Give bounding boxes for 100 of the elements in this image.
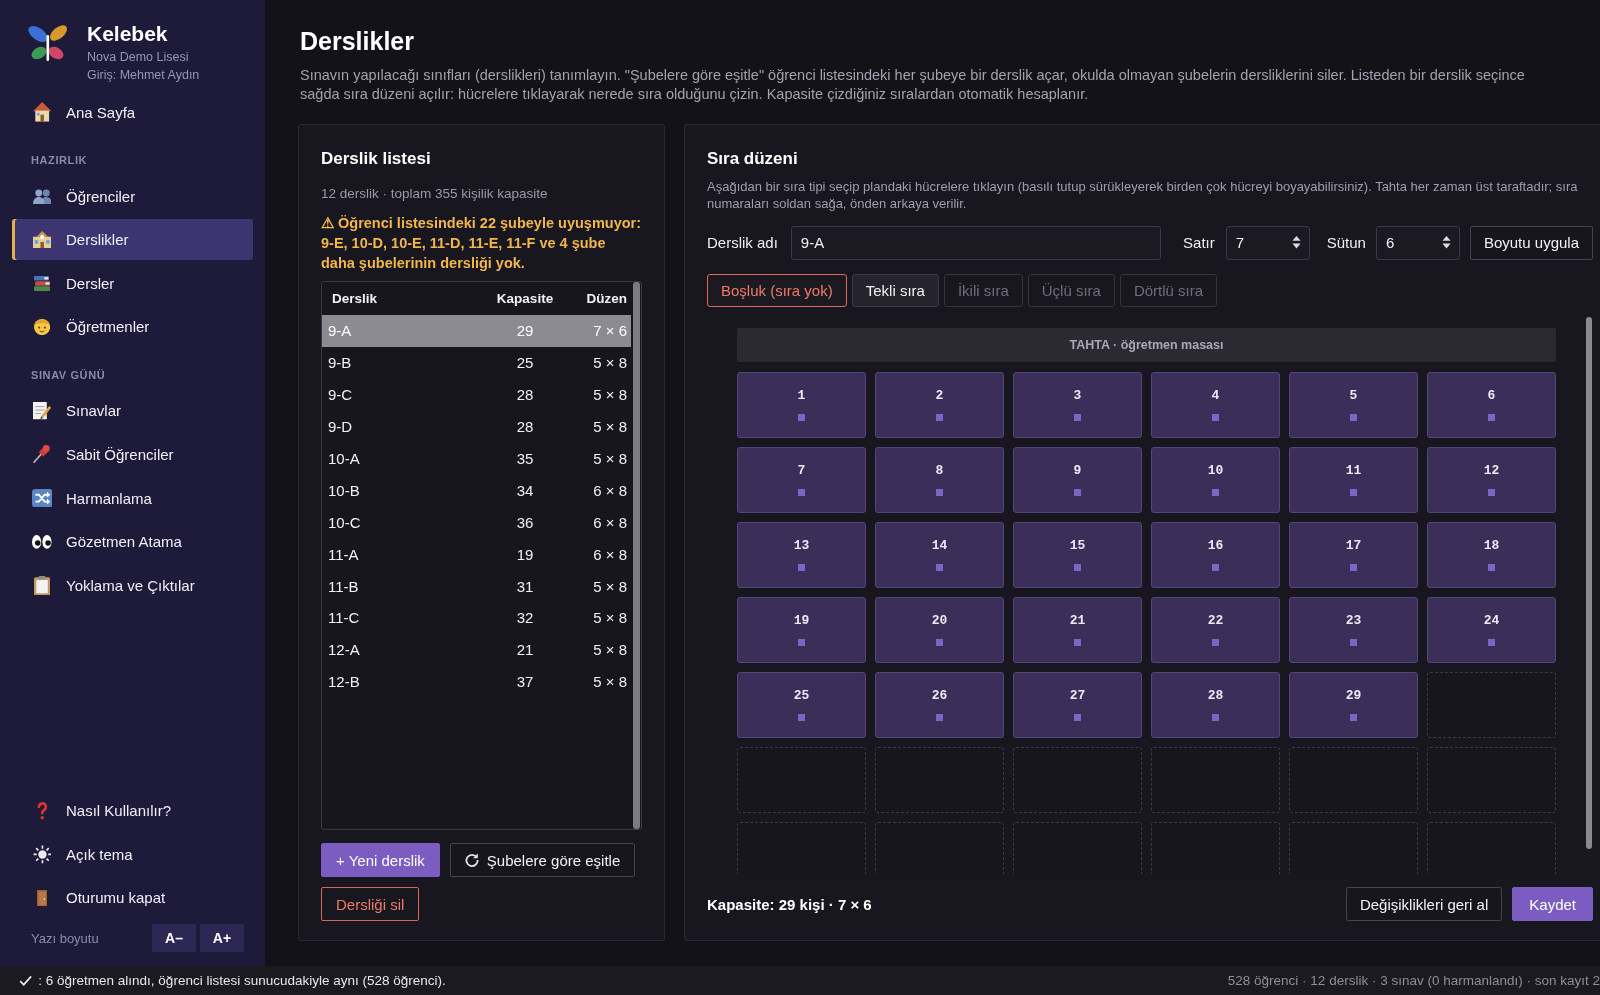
column-header: Düzen (585, 291, 628, 306)
seat-cell[interactable]: 21 (1013, 596, 1142, 663)
empty-cell[interactable] (1013, 746, 1142, 813)
seat-cell[interactable]: 4 (1151, 371, 1280, 438)
empty-cell[interactable] (1427, 671, 1556, 738)
table-cell-text: 5 × 8 (592, 418, 628, 436)
font-larger-button[interactable]: A+ (200, 924, 244, 952)
seat-cell[interactable]: 5 (1289, 371, 1418, 438)
empty-cell[interactable] (875, 746, 1004, 813)
empty-cell[interactable] (1427, 746, 1556, 813)
nav-item[interactable]: Sınavlar (12, 390, 253, 432)
nav-item[interactable]: Nasıl Kullanılır? (12, 790, 253, 832)
table-row[interactable]: 9-B 25 5 × 8 (322, 346, 631, 379)
seat-cell[interactable]: 23 (1289, 596, 1418, 663)
seat-cell[interactable]: 18 (1427, 521, 1556, 588)
add-room-button[interactable]: + Yeni derslik (321, 843, 440, 877)
room-name-input[interactable]: 9-A (790, 225, 1162, 260)
seat-cell[interactable]: 29 (1289, 671, 1418, 738)
seat-cell[interactable]: 9 (1013, 446, 1142, 513)
seat-cell[interactable]: 8 (875, 446, 1004, 513)
nav-item[interactable]: Öğrenciler (12, 175, 253, 217)
seat-cell[interactable]: 13 (737, 521, 866, 588)
empty-cell[interactable] (1289, 821, 1418, 874)
empty-cell[interactable] (737, 746, 866, 813)
table-row[interactable]: 12-A 21 5 × 8 (322, 633, 631, 666)
nav-item[interactable]: Yoklama ve Çıktılar (12, 564, 253, 606)
seat-type-tab[interactable]: Boşluk (sıra yok) (707, 273, 847, 307)
empty-cell[interactable] (737, 821, 866, 874)
table-cell-text: 6 × 8 (592, 545, 628, 563)
nav-item[interactable]: Gözetmen Atama (12, 521, 253, 563)
nav-item[interactable]: Dersler (12, 262, 253, 304)
seat-cell[interactable]: 12 (1427, 446, 1556, 513)
scrollbar[interactable] (633, 282, 640, 829)
seat-cell[interactable]: 19 (737, 596, 866, 663)
seat-cell[interactable]: 22 (1151, 596, 1280, 663)
shuffle-icon (31, 488, 53, 508)
table-row[interactable]: 11-A 19 6 × 8 (322, 538, 631, 571)
nav-item[interactable]: Oturumu kapat (12, 877, 253, 919)
school-name: Nova Demo Lisesi (87, 49, 189, 66)
empty-cell[interactable] (1151, 821, 1280, 874)
seat-cell[interactable]: 24 (1427, 596, 1556, 663)
empty-cell[interactable] (1427, 821, 1556, 874)
room-summary: 12 derslik · toplam 355 kişilik kapasite (321, 185, 548, 203)
table-cell-text: 5 × 8 (592, 577, 628, 595)
row-count-field[interactable]: 7 (1225, 225, 1310, 260)
nav-item[interactable]: Sabit Öğrenciler (12, 434, 253, 476)
empty-cell[interactable] (875, 821, 1004, 874)
seat-marker-icon (1212, 563, 1219, 571)
seat-cell[interactable]: 26 (875, 671, 1004, 738)
font-smaller-button[interactable]: A– (152, 924, 196, 952)
nav-item[interactable]: Açık tema (12, 833, 253, 875)
sync-rooms-button[interactable]: Şubelere göre eşitle (449, 843, 636, 877)
field-label: Sütun (1326, 234, 1366, 251)
table-row[interactable]: 9-D 28 5 × 8 (322, 410, 631, 443)
delete-room-button[interactable]: Dersliği sil (321, 887, 420, 921)
seat-cell[interactable]: 11 (1289, 446, 1418, 513)
table-cell-text: 10-A (327, 450, 361, 467)
seat-type-tab[interactable]: Tekli sıra (851, 273, 939, 307)
seat-cell[interactable]: 20 (875, 596, 1004, 663)
empty-cell[interactable] (1289, 746, 1418, 813)
nav-item[interactable]: Derslikler (12, 219, 253, 261)
table-cell-text: 29 (515, 322, 535, 340)
scrollbar[interactable] (1586, 316, 1592, 849)
seat-cell[interactable]: 28 (1151, 671, 1280, 738)
nav-item[interactable]: Ana Sayfa (12, 91, 253, 133)
seat-cell[interactable]: 3 (1013, 371, 1142, 438)
apply-size-button[interactable]: Boyutu uygula (1469, 225, 1593, 260)
seat-cell[interactable]: 14 (875, 521, 1004, 588)
table-row[interactable]: 10-C 36 6 × 8 (322, 506, 631, 539)
empty-cell[interactable] (1013, 821, 1142, 874)
table-row[interactable]: 12-B 37 5 × 8 (322, 665, 631, 698)
table-row[interactable]: 9-C 28 5 × 8 (322, 378, 631, 411)
seat-cell[interactable]: 1 (737, 371, 866, 438)
seat-cell[interactable]: 2 (875, 371, 1004, 438)
seat-cell[interactable]: 6 (1427, 371, 1556, 438)
seat-cell[interactable]: 27 (1013, 671, 1142, 738)
table-row[interactable]: 11-C 32 5 × 8 (322, 602, 631, 634)
warning-message: ⚠ Öğrenci listesindeki 22 şubeyle uyuşmuyor: 9-E, 10-D, 10-E, 11-D, 11-E, 11-F ve 4 şube daha şubelerinin dersliği yok. (321, 214, 642, 273)
revert-button[interactable]: Değişiklikleri geri al (1345, 887, 1503, 921)
seat-cell[interactable]: 25 (737, 671, 866, 738)
seat-cell[interactable]: 10 (1151, 446, 1280, 513)
seat-cell[interactable]: 15 (1013, 521, 1142, 588)
nav-item[interactable]: Harmanlama (12, 477, 253, 519)
table-cell-text: 5 × 8 (592, 673, 628, 691)
table-row[interactable]: 10-A 35 5 × 8 (322, 442, 631, 475)
seat-marker-icon (1350, 563, 1357, 571)
table-row[interactable]: 11-B 31 5 × 8 (322, 570, 631, 602)
table-row[interactable]: 10-B 34 6 × 8 (322, 474, 631, 507)
seat-cell[interactable]: 16 (1151, 521, 1280, 588)
section-heading: HAZIRLIK (31, 153, 88, 168)
column-count-field[interactable]: 6 (1375, 225, 1460, 260)
seat-cell[interactable]: 17 (1289, 521, 1418, 588)
empty-cell[interactable] (1151, 746, 1280, 813)
refresh-icon (464, 853, 479, 867)
table-cell-text: 11-A (327, 545, 360, 563)
nav-item[interactable]: Öğretmenler (12, 306, 253, 348)
field-label: Derslik adı (707, 234, 778, 251)
seat-cell[interactable]: 7 (737, 446, 866, 513)
seat-marker-icon (1350, 413, 1357, 421)
save-button[interactable]: Kaydet (1512, 887, 1593, 921)
